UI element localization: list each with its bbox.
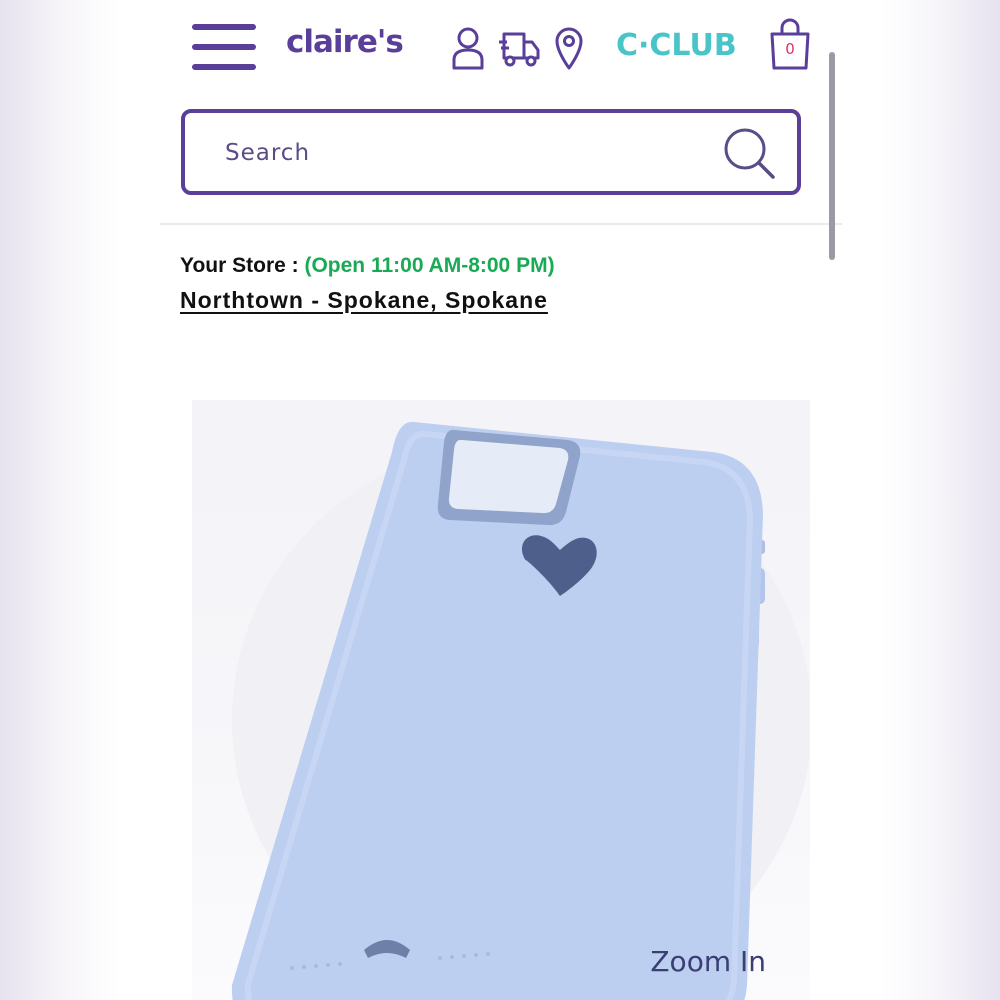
search-box <box>181 109 801 195</box>
mobile-page: claire's C·CLUB 0 Search Your Store: (O… <box>160 0 842 1000</box>
store-hours: (Open 11:00 AM-8:00 PM) <box>304 254 555 277</box>
cart-count-badge: 0 <box>785 40 795 58</box>
store-label: Your Store : <box>180 254 305 277</box>
account-icon[interactable] <box>450 26 486 70</box>
search-input[interactable] <box>223 135 707 171</box>
delivery-truck-icon[interactable] <box>498 26 542 70</box>
zoom-in-link[interactable]: Zoom In <box>650 945 766 978</box>
store-name-link[interactable]: Northtown - Spokane, Spokane <box>180 287 548 314</box>
claires-logo[interactable]: claire's <box>286 24 404 60</box>
hamburger-menu-icon[interactable] <box>192 24 256 70</box>
site-header: claire's C·CLUB 0 <box>160 0 842 100</box>
search-icon[interactable] <box>721 125 777 181</box>
store-line: Your Store : (Open 11:00 AM-8:00 PM) <box>180 254 555 278</box>
scrollbar[interactable] <box>829 52 835 260</box>
c-club-link[interactable]: C·CLUB <box>616 28 737 63</box>
location-pin-icon[interactable] <box>554 26 584 70</box>
shopping-bag-icon[interactable]: 0 <box>768 18 812 72</box>
product-image[interactable]: Zoom In <box>192 400 810 1000</box>
store-info: Your Store : (Open 11:00 AM-8:00 PM) Nor… <box>180 254 555 314</box>
camera-window <box>448 439 569 514</box>
phone-case-image <box>231 421 810 1000</box>
header-divider <box>160 223 842 225</box>
